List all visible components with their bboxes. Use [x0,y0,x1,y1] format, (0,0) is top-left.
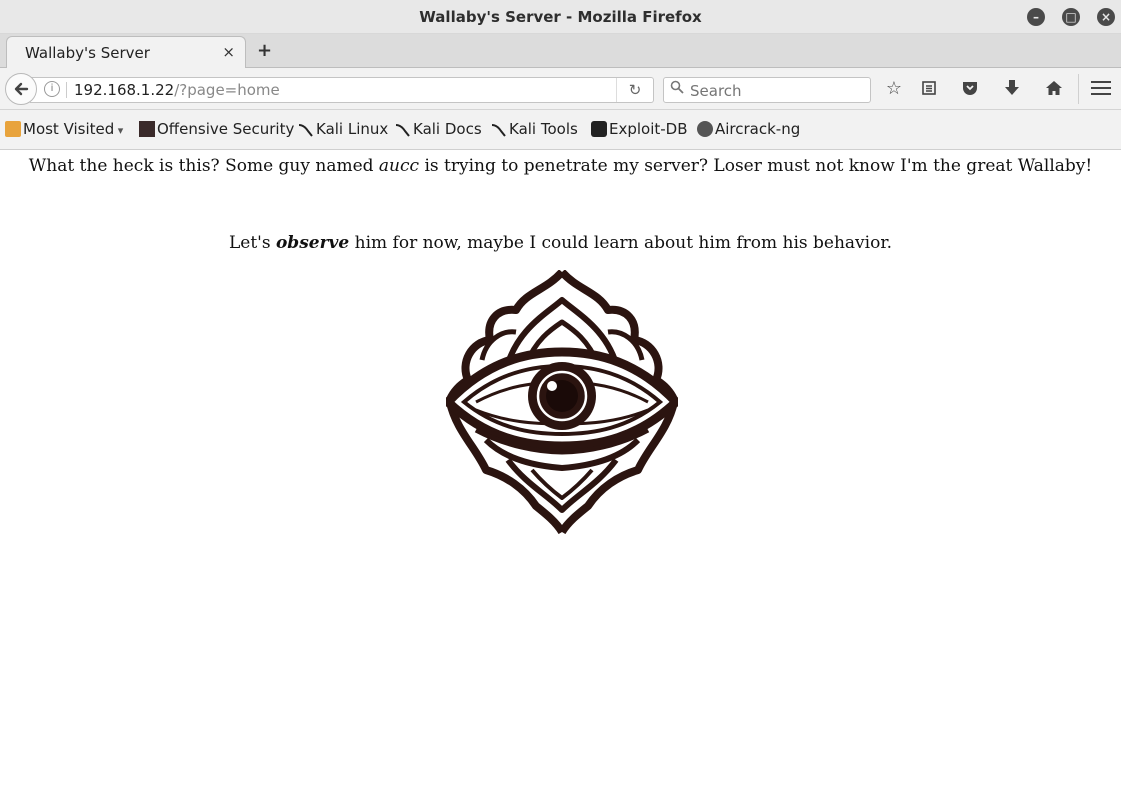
bookmark-kali-linux[interactable]: Kali Linux [298,120,388,138]
tab-label: Wallaby's Server [25,44,150,62]
observe-text-end: him for now, maybe I could learn about h… [349,233,892,253]
bookmark-label: Aircrack-ng [715,120,801,138]
reading-list-icon[interactable] [917,78,941,101]
bookmark-kali-docs[interactable]: Kali Docs [395,120,482,138]
bookmark-star-icon[interactable]: ☆ [882,78,906,99]
bookmark-label: Most Visited [23,120,115,138]
navigation-toolbar: i 192.168.1.22/?page=home ↻ ☆ [0,68,1121,110]
observe-keyword: observe [275,233,350,253]
site-info-icon[interactable]: i [44,81,60,97]
home-icon[interactable] [1042,78,1066,101]
bookmark-kali-tools[interactable]: Kali Tools [491,120,578,138]
intro-username: aucc [378,156,420,176]
kali-icon [395,124,410,137]
folder-icon [5,121,21,137]
url-separator [66,82,67,98]
kali-icon [298,124,313,137]
bookmark-exploit-db[interactable]: Exploit-DB [591,120,688,138]
minimize-button[interactable]: – [1027,8,1045,26]
url-host: 192.168.1.22 [74,81,175,99]
new-tab-button[interactable]: + [257,40,272,61]
kali-icon [491,124,506,137]
intro-text-end: is trying to penetrate my server? Loser … [419,156,1093,176]
bookmark-label: Kali Linux [316,120,389,138]
search-icon [670,80,684,98]
toolbar-separator [1078,74,1079,104]
bookmark-label: Exploit-DB [609,120,688,138]
bookmark-aircrack-ng[interactable]: Aircrack-ng [697,120,800,138]
bookmark-most-visited[interactable]: Most Visited ▾ [5,120,123,138]
tab-close-icon[interactable]: × [222,43,235,61]
url-bar[interactable]: i 192.168.1.22/?page=home ↻ [30,77,654,103]
window-title: Wallaby's Server - Mozilla Firefox [419,8,702,26]
offensive-security-icon [139,121,155,137]
bookmark-label: Offensive Security [157,120,295,138]
tab-strip: Wallaby's Server × + [0,34,1121,68]
aircrack-icon [697,121,713,137]
bookmark-label: Kali Docs [413,120,482,138]
hamburger-menu-icon[interactable] [1091,81,1111,99]
bookmark-offensive-security[interactable]: Offensive Security [139,120,294,138]
url-text[interactable]: 192.168.1.22/?page=home [74,81,280,99]
downloads-icon[interactable] [1000,78,1024,102]
bookmarks-toolbar: Most Visited ▾ Offensive Security Kali L… [0,110,1121,150]
all-seeing-eye-image [446,270,678,534]
maximize-button[interactable]: □ [1062,8,1080,26]
back-button[interactable] [5,73,37,105]
back-arrow-icon [14,82,29,96]
pocket-icon[interactable] [958,78,982,101]
exploit-db-icon [591,121,607,137]
intro-text-start: What the heck is this? Some guy named [28,156,379,176]
search-input[interactable] [688,80,862,102]
bookmark-label: Kali Tools [509,120,578,138]
url-path: /?page=home [174,81,280,99]
tab-wallabys-server[interactable]: Wallaby's Server × [6,36,246,68]
intro-paragraph: What the heck is this? Some guy named au… [0,156,1121,176]
close-window-button[interactable]: × [1097,8,1115,26]
observe-paragraph: Let's observe him for now, maybe I could… [0,233,1121,253]
reload-icon[interactable]: ↻ [616,78,653,102]
page-content: What the heck is this? Some guy named au… [0,150,1121,812]
observe-text-start: Let's [228,233,276,253]
chevron-down-icon: ▾ [114,124,124,137]
window-titlebar: Wallaby's Server - Mozilla Firefox – □ × [0,0,1121,34]
search-box[interactable] [663,77,871,103]
